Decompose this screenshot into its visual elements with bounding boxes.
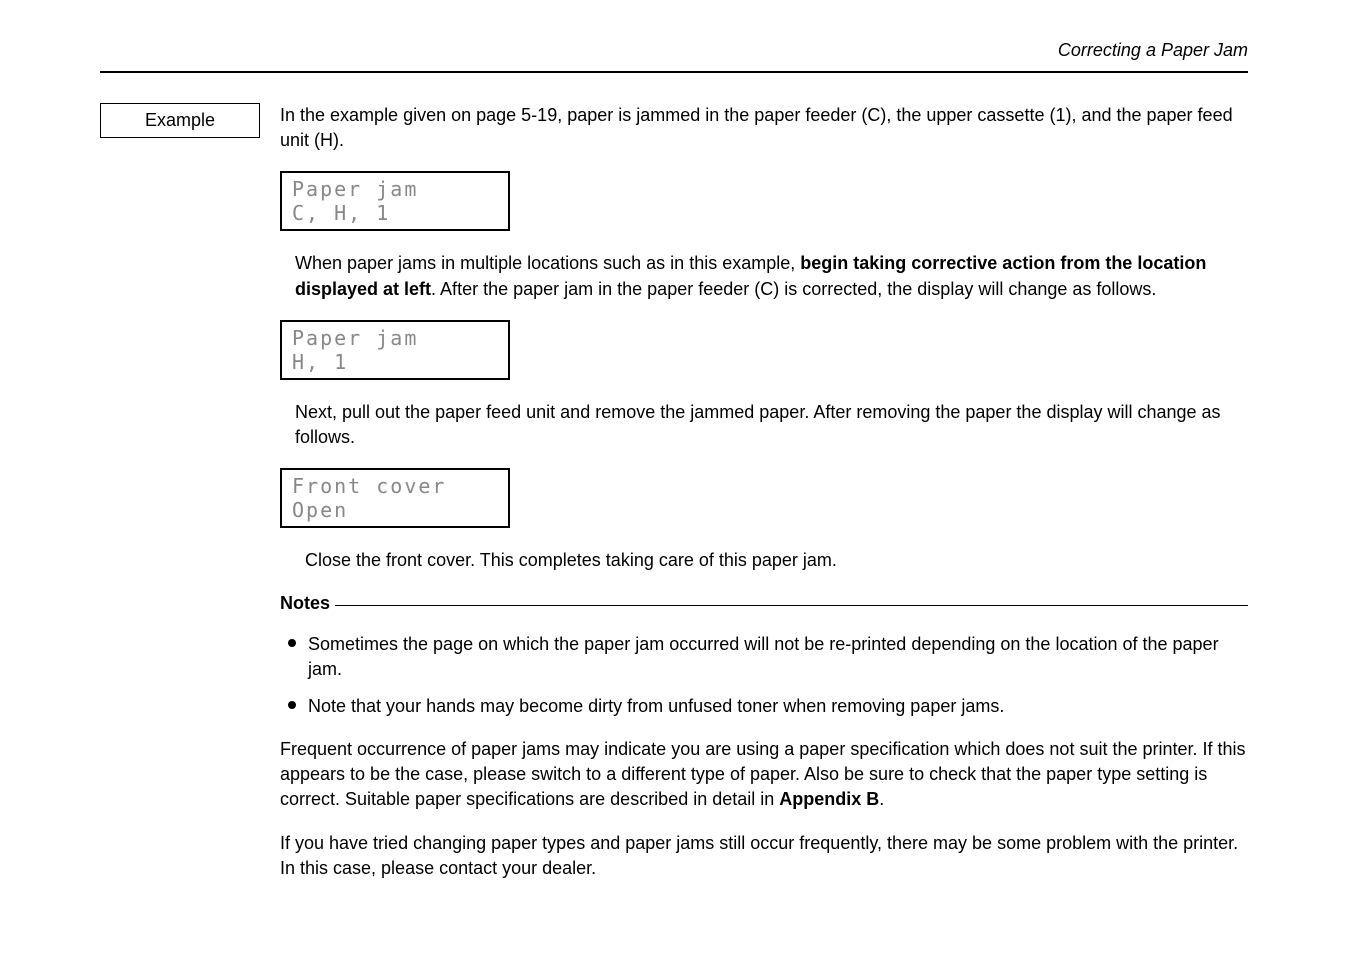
paragraph-2: When paper jams in multiple locations su… xyxy=(295,251,1248,301)
para2-pre: When paper jams in multiple locations su… xyxy=(295,253,800,273)
header-divider xyxy=(100,71,1248,73)
notes-underline xyxy=(335,605,1248,606)
notes-header: Notes xyxy=(280,591,1248,616)
para5-bold: Appendix B xyxy=(779,789,879,809)
lcd2-line2: H, 1 xyxy=(292,350,498,374)
lcd-display-3: Front cover Open xyxy=(280,468,510,528)
lcd1-line2: C, H, 1 xyxy=(292,201,498,225)
paragraph-5: Frequent occurrence of paper jams may in… xyxy=(280,737,1248,813)
notes-label: Notes xyxy=(280,591,330,616)
lcd-display-2: Paper jam H, 1 xyxy=(280,320,510,380)
main-content: In the example given on page 5-19, paper… xyxy=(280,103,1248,899)
paragraph-6: If you have tried changing paper types a… xyxy=(280,831,1248,881)
lcd1-line1: Paper jam xyxy=(292,177,498,201)
content-row: Example In the example given on page 5-1… xyxy=(100,103,1248,899)
lcd3-line1: Front cover xyxy=(292,474,498,498)
page-header-title: Correcting a Paper Jam xyxy=(100,40,1248,61)
paragraph-4: Close the front cover. This completes ta… xyxy=(305,548,1248,573)
lcd-display-1: Paper jam C, H, 1 xyxy=(280,171,510,231)
example-label-box: Example xyxy=(100,103,260,138)
para2-post: . After the paper jam in the paper feede… xyxy=(431,279,1156,299)
list-item: Sometimes the page on which the paper ja… xyxy=(280,632,1248,682)
lcd2-line1: Paper jam xyxy=(292,326,498,350)
paragraph-3: Next, pull out the paper feed unit and r… xyxy=(295,400,1248,450)
paragraph-1: In the example given on page 5-19, paper… xyxy=(280,103,1248,153)
para5-post: . xyxy=(879,789,884,809)
lcd3-line2: Open xyxy=(292,498,498,522)
para5-pre: Frequent occurrence of paper jams may in… xyxy=(280,739,1246,809)
list-item: Note that your hands may become dirty fr… xyxy=(280,694,1248,719)
notes-list: Sometimes the page on which the paper ja… xyxy=(280,632,1248,720)
